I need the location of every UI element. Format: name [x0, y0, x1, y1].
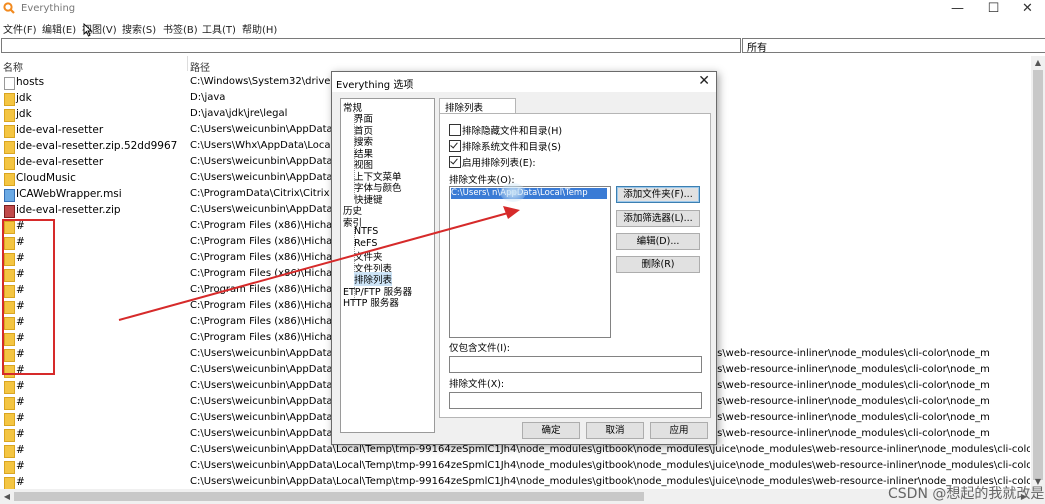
- tree-item-refs[interactable]: ReFS: [354, 238, 377, 249]
- row-name: #: [16, 412, 25, 424]
- exclude-files-label: 排除文件(X):: [449, 379, 505, 390]
- menu-help[interactable]: 帮助(H): [242, 21, 277, 36]
- row-name: #: [16, 476, 25, 488]
- highlight-box: [2, 219, 55, 375]
- menu-edit[interactable]: 编辑(E): [42, 21, 76, 36]
- menu-file[interactable]: 文件(F): [3, 21, 37, 36]
- folder-icon: [4, 429, 15, 442]
- row-name: #: [16, 380, 25, 392]
- folder-icon: [4, 445, 15, 458]
- folder-icon: [4, 461, 15, 474]
- row-name: #: [16, 396, 25, 408]
- row-name: #: [16, 444, 25, 456]
- tab-exclude-list[interactable]: 排除列表: [439, 98, 516, 114]
- filter-dropdown-value: 所有: [747, 43, 767, 54]
- row-path: C:\Users\weicunbin\AppData\Local\Temp\tm…: [190, 444, 1030, 455]
- tab-label: 排除列表: [445, 103, 484, 114]
- row-name: #: [16, 460, 25, 472]
- everything-app-icon: [3, 2, 15, 14]
- close-button[interactable]: ✕: [1010, 0, 1045, 18]
- column-header-path[interactable]: 路径: [190, 59, 210, 74]
- zip-icon: [4, 205, 15, 218]
- exclude-system-checkbox[interactable]: [449, 140, 461, 152]
- exclude-files-input[interactable]: [449, 392, 702, 409]
- folder-icon: [4, 413, 15, 426]
- row-name: jdk: [16, 92, 32, 104]
- folder-icon: [4, 109, 15, 122]
- folder-icon: [4, 93, 15, 106]
- scroll-up-icon[interactable]: ▲: [1031, 56, 1045, 70]
- search-input[interactable]: [1, 38, 741, 53]
- row-name: ide-eval-resetter.zip.52dd9967: [16, 140, 178, 152]
- row-name: ide-eval-resetter: [16, 156, 104, 168]
- blurred-region: [500, 183, 526, 202]
- row-path: C:\Users\weicunbin\AppData\Local\Temp\tm…: [190, 460, 1030, 471]
- title-bar: Everything — ☐ ✕: [0, 0, 1045, 18]
- folder-icon: [4, 477, 15, 489]
- edit-button[interactable]: 编辑(D)...: [616, 233, 700, 250]
- folder-icon: [4, 125, 15, 138]
- row-name: ide-eval-resetter: [16, 124, 104, 136]
- tree-item-ntfs[interactable]: NTFS: [354, 226, 378, 237]
- ok-button[interactable]: 确定: [522, 422, 580, 439]
- table-row[interactable]: # C:\Users\weicunbin\AppData\Local\Temp\t…: [0, 475, 1031, 489]
- row-name: hosts: [16, 76, 45, 88]
- table-row[interactable]: # C:\Users\weicunbin\AppData\Local\Temp\t…: [0, 443, 1031, 459]
- exclude-hidden-label[interactable]: 排除隐藏文件和目录(H): [462, 123, 562, 137]
- window-title: Everything: [21, 3, 76, 14]
- menu-bookmarks[interactable]: 书签(B): [163, 21, 198, 36]
- dialog-title: Everything 选项: [336, 80, 414, 91]
- delete-button[interactable]: 删除(R): [616, 256, 700, 273]
- row-name: ide-eval-resetter.zip: [16, 204, 121, 216]
- row-name: ICAWebWrapper.msi: [16, 188, 122, 200]
- maximize-button[interactable]: ☐: [976, 0, 1011, 18]
- watermark: CSDN @想起的我就改是: [888, 486, 1045, 502]
- column-divider[interactable]: [187, 56, 188, 71]
- tree-item-http-server[interactable]: HTTP 服务器: [343, 295, 399, 309]
- exclude-folder-item[interactable]: C:\Users\ n\AppData\Local\Temp: [451, 188, 607, 199]
- vertical-scroll-thumb[interactable]: [1033, 70, 1043, 480]
- add-folder-button[interactable]: 添加文件夹(F)...: [616, 186, 700, 203]
- file-icon: [4, 77, 15, 90]
- row-name: CloudMusic: [16, 172, 76, 184]
- folder-icon: [4, 173, 15, 186]
- menu-search[interactable]: 搜索(S): [122, 21, 156, 36]
- table-row[interactable]: # C:\Users\weicunbin\AppData\Local\Temp\t…: [0, 459, 1031, 475]
- menu-tools[interactable]: 工具(T): [202, 21, 236, 36]
- folder-icon: [4, 157, 15, 170]
- options-dialog: Everything 选项 ✕ 常规 界面 首页 搜索 结果 视图 上下文菜单 …: [331, 71, 717, 445]
- exclude-folders-list[interactable]: C:\Users\ n\AppData\Local\Temp: [449, 183, 611, 338]
- dialog-close-icon[interactable]: ✕: [698, 73, 710, 89]
- include-files-label: 仅包含文件(I):: [449, 343, 510, 354]
- enable-exclude-list-checkbox[interactable]: [449, 156, 461, 168]
- exclude-hidden-checkbox[interactable]: [449, 124, 461, 136]
- enable-exclude-list-label[interactable]: 启用排除列表(E):: [462, 155, 536, 169]
- vertical-scrollbar[interactable]: ▲ ▼: [1031, 56, 1045, 489]
- mouse-cursor-icon: [83, 23, 93, 37]
- column-header-name[interactable]: 名称: [3, 59, 23, 74]
- folder-icon: [4, 381, 15, 394]
- folder-icon: [4, 141, 15, 154]
- horizontal-scroll-thumb[interactable]: [14, 492, 644, 501]
- row-name: #: [16, 428, 25, 440]
- add-filter-button[interactable]: 添加筛选器(L)...: [616, 210, 700, 227]
- filter-dropdown[interactable]: 所有: [742, 38, 1045, 54]
- exclude-list-panel: 排除隐藏文件和目录(H) 排除系统文件和目录(S) 启用排除列表(E): 排除文…: [439, 113, 711, 418]
- folder-icon: [4, 397, 15, 410]
- options-tree: 常规 界面 首页 搜索 结果 视图 上下文菜单 字体与颜色 快捷键 历史 索引 …: [340, 98, 435, 433]
- dialog-title-bar: Everything 选项 ✕: [332, 72, 716, 92]
- exclude-system-label[interactable]: 排除系统文件和目录(S): [462, 139, 561, 153]
- row-name: jdk: [16, 108, 32, 120]
- msi-icon: [4, 189, 15, 202]
- scroll-left-icon[interactable]: ◀: [0, 489, 14, 504]
- minimize-button[interactable]: —: [940, 0, 975, 18]
- cancel-button[interactable]: 取消: [586, 422, 644, 439]
- include-files-input[interactable]: [449, 356, 702, 373]
- apply-button[interactable]: 应用: [650, 422, 708, 439]
